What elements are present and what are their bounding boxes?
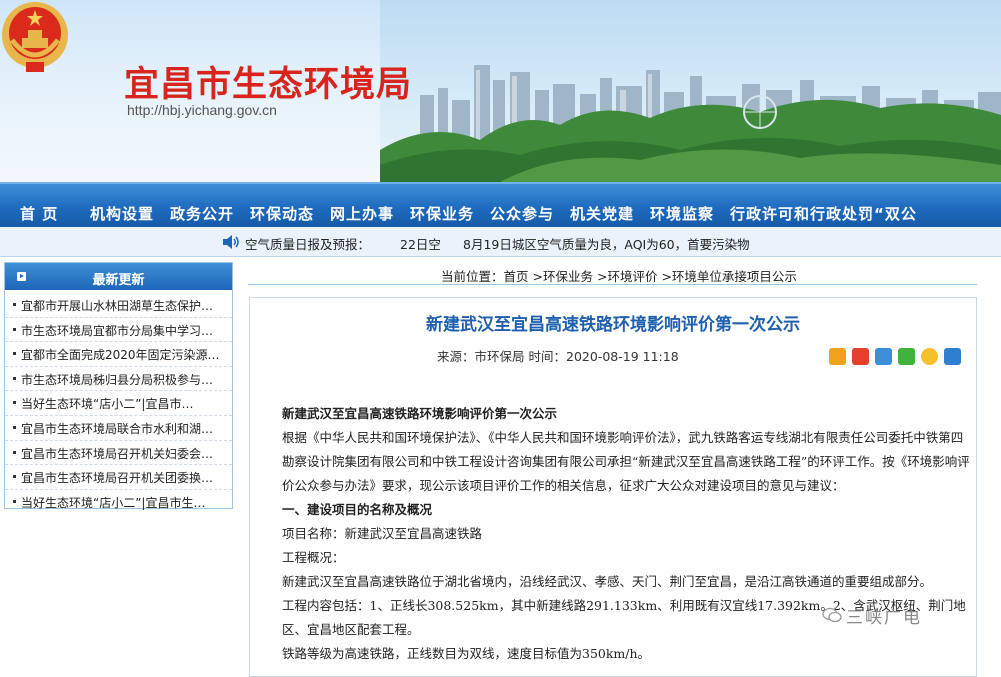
- nav-public-participation[interactable]: 公众参与: [490, 203, 554, 224]
- nav-environment-news[interactable]: 环保动态: [250, 203, 314, 224]
- breadcrumb-separator: >: [657, 269, 672, 284]
- air-quality-ticker: 空气质量日报及预报： 22日空 8月19日城区空气质量为良，AQI为60，首要污…: [0, 227, 1001, 257]
- nav-environment-supervision[interactable]: 环境监察: [650, 203, 714, 224]
- body-paragraph: 工程概况：: [282, 550, 345, 565]
- watermark-text: 三峡广电: [846, 608, 922, 628]
- body-paragraph: 根据《中华人民共和国环境保护法》、《中华人民共和国环境影响评价法》，武九铁路客运…: [282, 430, 970, 493]
- body-paragraph: 项目名称：新建武汉至宜昌高速铁路: [282, 526, 483, 541]
- nav-government-affairs[interactable]: 政务公开: [170, 203, 234, 224]
- latest-updates-panel: 最新更新 宜都市开展山水林田湖草生态保护… 市生态环境局宜都市分局集中学习… 宜…: [4, 262, 233, 510]
- header-banner: 宜昌市生态环境局 http://hbj.yichang.gov.cn: [0, 0, 1001, 182]
- qzone-share-icon[interactable]: [829, 348, 846, 365]
- weibo-share-icon[interactable]: [852, 348, 869, 365]
- latest-updates-title: 最新更新: [92, 273, 145, 288]
- tencent-weibo-share-icon[interactable]: [875, 348, 892, 365]
- main-nav: 首 页 机构设置 政务公开 环保动态 网上办事 环保业务 公众参与 机关党建 环…: [0, 182, 1001, 227]
- bullet-icon: [13, 425, 16, 429]
- list-item[interactable]: 宜都市全面完成2020年固定污染源…: [5, 342, 232, 367]
- breadcrumb-divider: [248, 284, 977, 285]
- list-item[interactable]: 当好生态环境“店小二”|宜昌市生…: [5, 490, 232, 514]
- breadcrumb-home[interactable]: 首页: [504, 269, 529, 284]
- body-paragraph: 铁路等级为高速铁路，正线数目为双线，速度目标值为350km/h。: [282, 646, 651, 661]
- time-label: 时间：: [528, 349, 567, 364]
- nav-online-services[interactable]: 网上办事: [330, 203, 394, 224]
- qq-share-icon[interactable]: [921, 348, 938, 365]
- latest-updates-header: 最新更新: [5, 263, 232, 290]
- bullet-icon: [13, 401, 16, 405]
- source-label: 来源：: [437, 349, 475, 364]
- breadcrumb-separator: >: [528, 269, 543, 284]
- list-item[interactable]: 市生态环境局宜都市分局集中学习…: [5, 318, 232, 343]
- list-item[interactable]: 市生态环境局秭归县分局积极参与…: [5, 367, 232, 392]
- section-heading: 一、建设项目的名称及概况: [282, 502, 433, 517]
- breadcrumb-environment-assessment[interactable]: 环境评价: [607, 269, 657, 284]
- article-meta: 来源：市环保局 时间：2020-08-19 11:18: [437, 346, 679, 365]
- breadcrumb-project-notice[interactable]: 环境单位承接项目公示: [672, 269, 797, 284]
- breadcrumb-separator: >: [593, 269, 608, 284]
- more-share-icon[interactable]: [944, 348, 961, 365]
- nav-licensing-penalty[interactable]: 行政许可和行政处罚“双公: [730, 203, 1001, 224]
- bullet-icon: [13, 327, 16, 331]
- bullet-icon: [13, 450, 16, 454]
- bullet-icon: [13, 499, 16, 503]
- ticker-label: 空气质量日报及预报：: [245, 237, 371, 252]
- list-item[interactable]: 宜昌市生态环境局联合市水利和湖…: [5, 416, 232, 441]
- body-heading: 新建武汉至宜昌高速铁路环境影响评价第一次公示: [282, 406, 558, 421]
- breadcrumb: 当前位置：首页 >环保业务 >环境评价 >环境单位承接项目公示: [441, 266, 797, 285]
- breadcrumb-environment-business[interactable]: 环保业务: [543, 269, 593, 284]
- time-value: 2020-08-19 11:18: [566, 349, 679, 364]
- list-item[interactable]: 宜都市开展山水林田湖草生态保护…: [5, 293, 232, 318]
- wechat-watermark-icon: [822, 607, 842, 623]
- bullet-icon: [13, 303, 16, 306]
- nav-organization[interactable]: 机构设置: [90, 203, 154, 224]
- nav-environment-business[interactable]: 环保业务: [410, 203, 474, 224]
- body-paragraph: 新建武汉至宜昌高速铁路位于湖北省境内，沿线经武汉、孝感、天门、荆门至宜昌，是沿江…: [282, 574, 933, 589]
- wechat-share-icon[interactable]: [898, 348, 915, 365]
- bullet-icon: [13, 352, 16, 356]
- list-item[interactable]: 宜昌市生态环境局召开机关团委换…: [5, 465, 232, 490]
- national-emblem-icon: [2, 2, 68, 72]
- nav-party-building[interactable]: 机关党建: [570, 203, 634, 224]
- bullet-icon: [13, 376, 16, 380]
- list-item[interactable]: 宜昌市生态环境局召开机关妇委会…: [5, 441, 232, 466]
- bullet-icon: [13, 475, 16, 479]
- article-title: 新建武汉至宜昌高速铁路环境影响评价第一次公示: [426, 315, 800, 335]
- ticker-date[interactable]: 22日空: [400, 234, 441, 253]
- source-value: 市环保局: [474, 349, 525, 364]
- breadcrumb-prefix: 当前位置：: [441, 269, 504, 284]
- ticker-message[interactable]: 8月19日城区空气质量为良，AQI为60，首要污染物: [463, 234, 750, 253]
- site-title[interactable]: 宜昌市生态环境局: [124, 56, 412, 107]
- nav-home[interactable]: 首 页: [20, 203, 58, 224]
- site-url[interactable]: http://hbj.yichang.gov.cn: [127, 102, 277, 118]
- latest-updates-list: 宜都市开展山水林田湖草生态保护… 市生态环境局宜都市分局集中学习… 宜都市全面完…: [5, 293, 232, 513]
- list-item[interactable]: 当好生态环境“店小二”|宜昌市…: [5, 391, 232, 416]
- speaker-icon: [223, 235, 239, 249]
